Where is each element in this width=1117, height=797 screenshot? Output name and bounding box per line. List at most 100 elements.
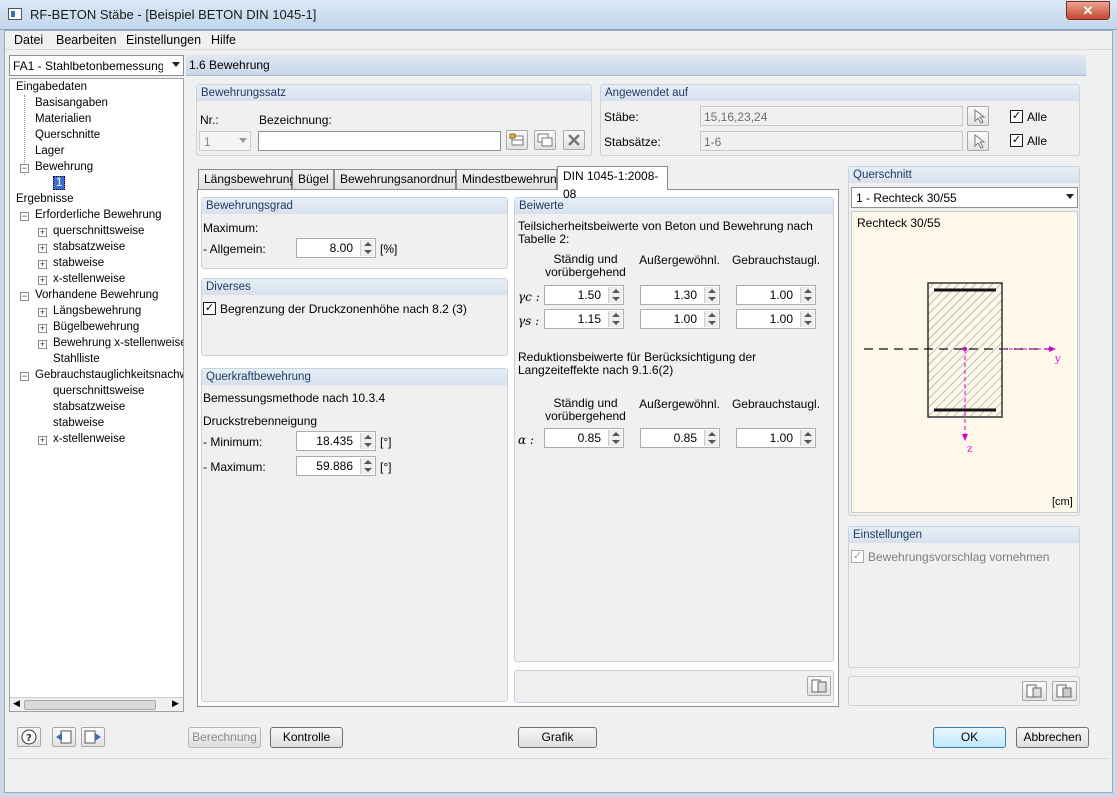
tree-lager[interactable]: Lager xyxy=(35,145,64,157)
menu-hilfe[interactable]: Hilfe xyxy=(211,33,236,47)
expand-icon[interactable]: + xyxy=(38,276,47,285)
spinner-icon[interactable] xyxy=(608,287,622,303)
spinner-icon[interactable] xyxy=(360,240,374,256)
tab-din1045[interactable]: DIN 1045-1:2008-08 xyxy=(557,166,668,201)
help-button[interactable]: ? xyxy=(17,727,41,747)
tree-erforderliche[interactable]: Erforderliche Bewehrung xyxy=(35,209,162,221)
maximum-input[interactable]: 59.886 xyxy=(296,456,376,476)
tab-bewehrungsanordnung[interactable]: Bewehrungsanordnung xyxy=(334,169,464,189)
section-info-button[interactable] xyxy=(1022,681,1047,701)
section-detail-button[interactable] xyxy=(1052,681,1077,701)
tree-input-root[interactable]: Eingabedaten xyxy=(16,81,87,93)
staebe-alle-checkbox[interactable]: ✓ xyxy=(1010,110,1023,123)
spinner-icon[interactable] xyxy=(608,311,622,327)
abbrechen-button[interactable]: Abbrechen xyxy=(1016,727,1089,748)
allgemein-input[interactable]: 8.00 xyxy=(296,238,376,258)
tree-exist-laengs[interactable]: Längsbewehrung xyxy=(53,305,141,317)
collapse-icon[interactable]: − xyxy=(20,164,29,173)
new-set-button[interactable] xyxy=(506,130,528,150)
bezeichnung-input[interactable] xyxy=(258,131,501,151)
grafik-button[interactable]: Grafik xyxy=(518,727,597,748)
gamma-c-gebrauch-input[interactable]: 1.00 xyxy=(736,285,816,305)
spinner-icon[interactable] xyxy=(704,287,718,303)
tab-laengsbewehrung[interactable]: Längsbewehrung xyxy=(198,169,296,189)
staebe-input[interactable]: 15,16,23,24 xyxy=(700,106,963,126)
stabsaetze-input[interactable]: 1-6 xyxy=(700,131,963,151)
select-staebe-button[interactable] xyxy=(967,106,989,126)
next-page-button[interactable] xyxy=(81,727,105,747)
menu-datei[interactable]: Datei xyxy=(14,33,43,47)
tree-querschnitte[interactable]: Querschnitte xyxy=(35,129,100,141)
expand-icon[interactable]: + xyxy=(38,244,47,253)
tree-bewehrung[interactable]: Bewehrung xyxy=(35,161,93,173)
set-default-button[interactable] xyxy=(807,676,831,696)
spinner-icon[interactable] xyxy=(608,430,622,446)
collapse-icon[interactable]: − xyxy=(20,292,29,301)
select-stabsaetze-button[interactable] xyxy=(967,131,989,151)
tree-req-querschnitt[interactable]: querschnittsweise xyxy=(53,225,144,237)
gamma-s-gebrauch-input[interactable]: 1.00 xyxy=(736,309,816,329)
tree-req-stabsatz[interactable]: stabsatzweise xyxy=(53,241,125,253)
tab-mindestbewehrung[interactable]: Mindestbewehrung xyxy=(456,169,563,189)
spinner-icon[interactable] xyxy=(800,287,814,303)
spinner-icon[interactable] xyxy=(704,311,718,327)
case-select[interactable]: FA1 - Stahlbetonbemessung vor xyxy=(9,55,184,76)
expand-icon[interactable]: + xyxy=(38,436,47,445)
scroll-left-icon[interactable]: ◀ xyxy=(13,698,20,709)
spinner-icon[interactable] xyxy=(360,458,374,474)
stabsaetze-alle-checkbox[interactable]: ✓ xyxy=(1010,134,1023,147)
tab-buegel[interactable]: Bügel xyxy=(292,169,334,189)
expand-icon[interactable]: + xyxy=(38,324,47,333)
tree-bewehrung-1[interactable]: 1 xyxy=(53,176,66,190)
berechnung-button[interactable]: Berechnung xyxy=(188,727,261,748)
gamma-c-staendig-input[interactable]: 1.50 xyxy=(544,285,624,305)
tree-geb-stabsatz[interactable]: stabsatzweise xyxy=(53,401,125,413)
tree-basisangaben[interactable]: Basisangaben xyxy=(35,97,108,109)
expand-icon[interactable]: + xyxy=(38,260,47,269)
tree-exist-xstelle[interactable]: Bewehrung x-stellenweise xyxy=(53,337,183,349)
alpha-aussergew-input[interactable]: 0.85 xyxy=(640,428,720,448)
previous-page-button[interactable] xyxy=(52,727,76,747)
gamma-c-aussergew-input[interactable]: 1.30 xyxy=(640,285,720,305)
vorschlag-checkbox[interactable]: ✓ xyxy=(851,550,864,563)
expand-icon[interactable]: + xyxy=(38,308,47,317)
alpha-gebrauch-input[interactable]: 1.00 xyxy=(736,428,816,448)
spinner-icon[interactable] xyxy=(800,430,814,446)
menu-einstellungen[interactable]: Einstellungen xyxy=(126,33,201,47)
tree-geb-stab[interactable]: stabweise xyxy=(53,417,104,429)
tree-gebrauch[interactable]: Gebrauchstauglichkeitsnachwe xyxy=(35,369,183,381)
tree-hscrollbar[interactable]: ◀ ▶ xyxy=(10,697,183,711)
expand-icon[interactable]: + xyxy=(38,228,47,237)
minimum-input[interactable]: 18.435 xyxy=(296,431,376,451)
nr-select[interactable]: 1 xyxy=(199,131,251,151)
tree-results-root[interactable]: Ergebnisse xyxy=(16,193,74,205)
tree-exist-buegel[interactable]: Bügelbewehrung xyxy=(53,321,139,333)
tree-vorhandene[interactable]: Vorhandene Bewehrung xyxy=(35,289,158,301)
kontrolle-button[interactable]: Kontrolle xyxy=(270,727,343,748)
spinner-icon[interactable] xyxy=(800,311,814,327)
navigator-tree[interactable]: Eingabedaten Basisangaben Materialien Qu… xyxy=(9,78,184,712)
collapse-icon[interactable]: − xyxy=(20,372,29,381)
tree-req-xstelle[interactable]: x-stellenweise xyxy=(53,273,125,285)
tree-geb-xstelle[interactable]: x-stellenweise xyxy=(53,433,125,445)
druckzone-checkbox[interactable]: ✓ xyxy=(203,302,216,315)
copy-set-button[interactable] xyxy=(534,130,556,150)
close-button[interactable]: ✕ xyxy=(1066,1,1110,20)
menu-bearbeiten[interactable]: Bearbeiten xyxy=(56,33,116,47)
tree-exist-stahlliste[interactable]: Stahlliste xyxy=(53,353,100,365)
scroll-thumb[interactable] xyxy=(24,700,156,710)
ok-button[interactable]: OK xyxy=(933,727,1006,748)
tree-materialien[interactable]: Materialien xyxy=(35,113,91,125)
spinner-icon[interactable] xyxy=(704,430,718,446)
collapse-icon[interactable]: − xyxy=(20,212,29,221)
alpha-staendig-input[interactable]: 0.85 xyxy=(544,428,624,448)
gamma-s-staendig-input[interactable]: 1.15 xyxy=(544,309,624,329)
gamma-s-aussergew-input[interactable]: 1.00 xyxy=(640,309,720,329)
tree-req-stab[interactable]: stabweise xyxy=(53,257,104,269)
expand-icon[interactable]: + xyxy=(38,340,47,349)
querschnitt-select[interactable]: 1 - Rechteck 30/55 xyxy=(851,187,1078,208)
delete-set-button[interactable] xyxy=(563,130,585,150)
tree-geb-querschnitt[interactable]: querschnittsweise xyxy=(53,385,144,397)
spinner-icon[interactable] xyxy=(360,433,374,449)
scroll-right-icon[interactable]: ▶ xyxy=(172,698,179,709)
